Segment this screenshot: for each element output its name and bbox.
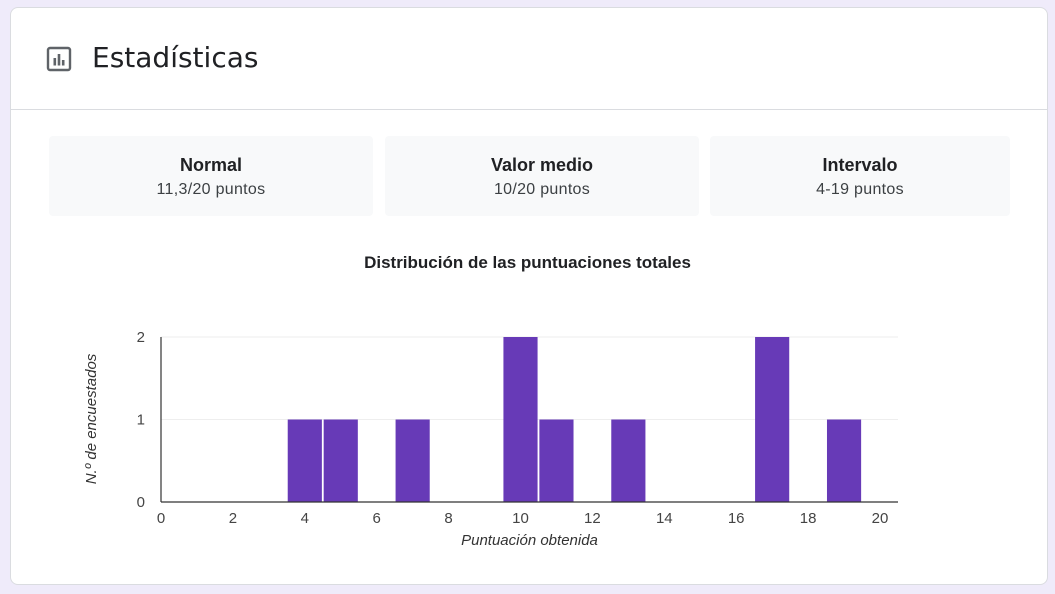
bar bbox=[323, 419, 358, 502]
bar bbox=[611, 419, 646, 502]
y-tick-label: 2 bbox=[137, 329, 145, 346]
x-tick-label: 10 bbox=[512, 510, 529, 527]
x-tick-label: 16 bbox=[728, 510, 745, 527]
y-axis-label: N.º de encuestados bbox=[83, 353, 100, 484]
x-tick-label: 0 bbox=[157, 510, 165, 527]
x-tick-label: 12 bbox=[584, 510, 601, 527]
x-tick-label: 8 bbox=[444, 510, 452, 527]
x-tick-label: 14 bbox=[656, 510, 673, 527]
x-tick-label: 6 bbox=[373, 510, 381, 527]
bar bbox=[826, 419, 862, 502]
x-tick-label: 18 bbox=[800, 510, 817, 527]
x-tick-label: 2 bbox=[229, 510, 237, 527]
bar bbox=[755, 337, 790, 502]
bar bbox=[395, 419, 430, 502]
y-tick-label: 0 bbox=[137, 494, 145, 511]
bar bbox=[287, 419, 322, 502]
bar bbox=[503, 337, 538, 502]
x-tick-label: 4 bbox=[301, 510, 309, 527]
x-tick-label: 20 bbox=[872, 510, 889, 527]
bar bbox=[539, 419, 574, 502]
y-tick-label: 1 bbox=[137, 412, 145, 429]
score-distribution-chart: 0 2 4 6 8 10 12 14 16 18 20012Puntuación obtenidaN… bbox=[83, 329, 898, 549]
x-axis-label: Puntuación obtenida bbox=[461, 532, 598, 549]
